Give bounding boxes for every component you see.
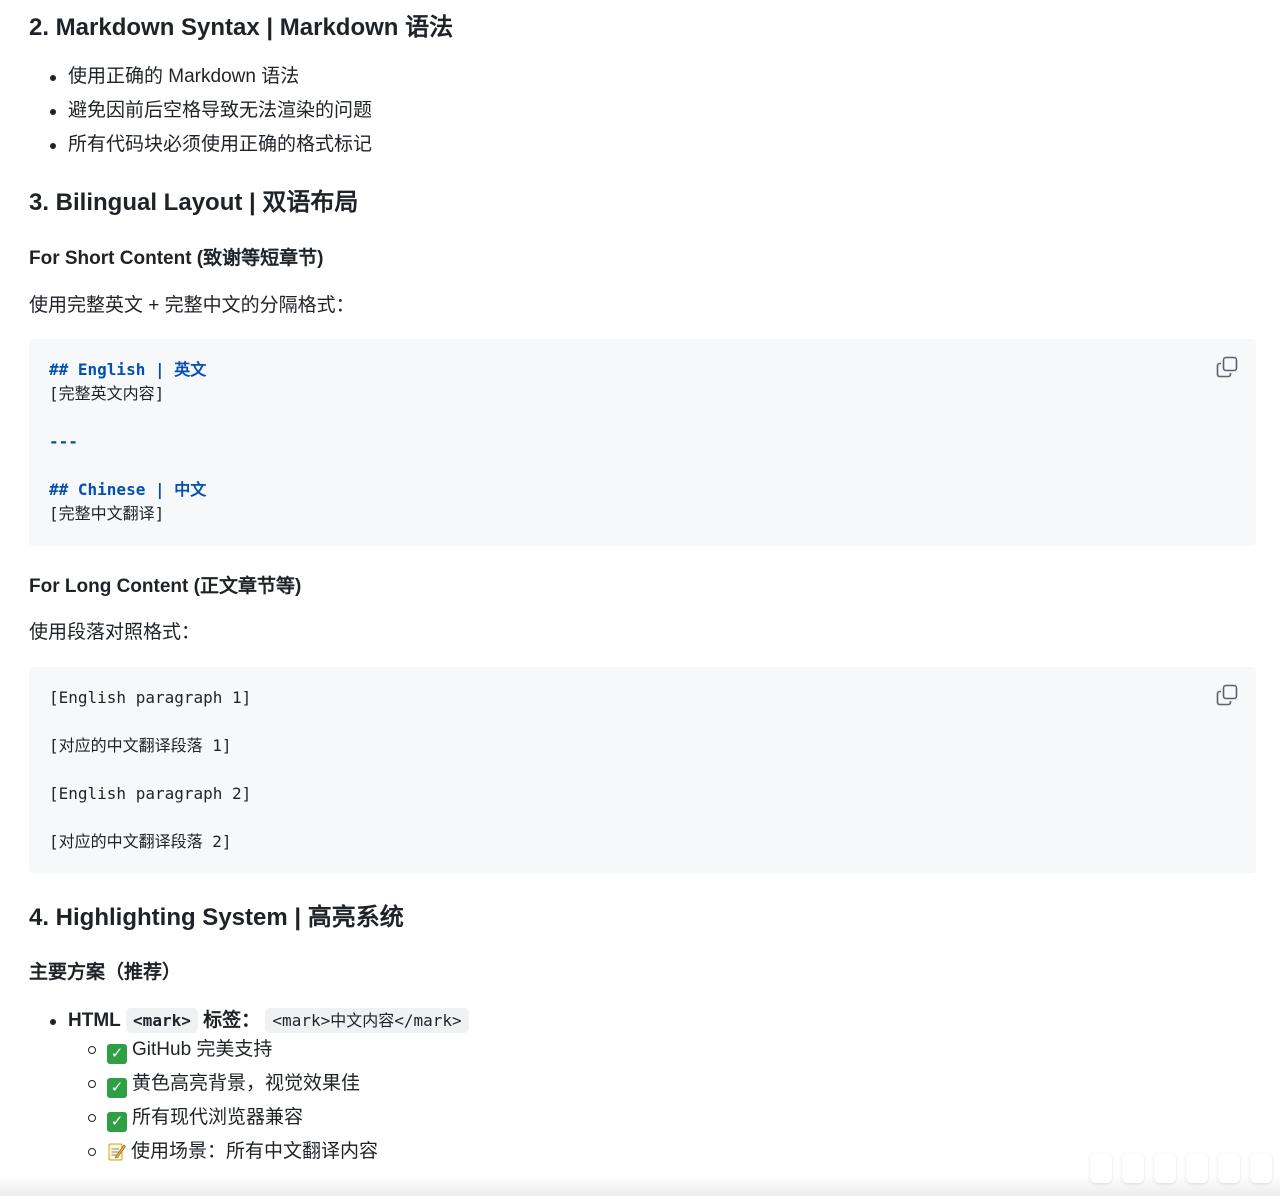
copy-icon[interactable] [1216,684,1238,706]
copy-icon[interactable] [1216,356,1238,378]
code-line: [对应的中文翻译段落 1] [49,736,232,755]
short-content-code-block: ## English | 英文 [完整英文内容] --- ## Chinese … [29,339,1256,546]
check-mark-icon: ✓ [107,1044,127,1064]
thumbnail-pill[interactable] [1186,1153,1208,1183]
sub-list-item: 使用场景：所有中文翻译内容 [29,1135,1256,1169]
code-line: [完整中文翻译] [49,504,165,523]
sub-list-item: ✓ GitHub 完美支持 [29,1033,1256,1067]
long-content-heading: For Long Content (正文章节等) [29,576,302,597]
check-mark-icon: ✓ [107,1112,127,1132]
section-4-title: 4. Highlighting System | 高亮系统 [29,904,404,931]
code-line: [完整英文内容] [49,384,165,403]
section-2-list: 使用正确的 Markdown 语法 避免因前后空格导致无法渲染的问题 所有代码块… [29,60,1256,162]
sub-item-text: 黄色高亮背景，视觉效果佳 [132,1073,361,1094]
thumbnail-pill[interactable] [1154,1153,1176,1183]
page-thumbnail-strip [1090,1150,1272,1186]
sub-item-text: GitHub 完美支持 [132,1039,273,1060]
primary-approach-heading: 主要方案（推荐） [29,962,182,983]
thumbnail-pill[interactable] [1090,1153,1112,1183]
section-2-title: 2. Markdown Syntax | Markdown 语法 [29,14,454,41]
long-content-description: 使用段落对照格式： [29,622,201,643]
code-line: ## English | 英文 [49,360,207,379]
code-line: --- [49,432,78,451]
bottom-fade [0,1176,1280,1196]
thumbnail-pill[interactable] [1250,1153,1272,1183]
long-content-code-block: [English paragraph 1] [对应的中文翻译段落 1] [Eng… [29,667,1256,873]
thumbnail-pill[interactable] [1122,1153,1144,1183]
code-line: ## Chinese | 中文 [49,480,207,499]
sub-list-item: ✓ 黄色高亮背景，视觉效果佳 [29,1067,1256,1101]
tag-label: 标签： [203,1010,261,1031]
list-item: 所有代码块必须使用正确的格式标记 [29,128,1256,162]
mark-tag-code: <mark> [126,1008,198,1033]
short-content-heading: For Short Content (致谢等短章节) [29,248,324,269]
list-item: 避免因前后空格导致无法渲染的问题 [29,94,1256,128]
highlighting-sub-list: ✓ GitHub 完美支持 ✓ 黄色高亮背景，视觉效果佳 ✓ 所有现代浏览器兼容 使用… [29,1033,1256,1169]
sub-item-text: 使用场景：所有中文翻译内容 [131,1141,379,1162]
short-content-description: 使用完整英文 + 完整中文的分隔格式： [29,295,355,316]
mark-example-code: <mark>中文内容</mark> [265,1008,469,1033]
sub-list-item: ✓ 所有现代浏览器兼容 [29,1101,1256,1135]
memo-icon [108,1139,126,1161]
html-label: HTML [68,1010,121,1031]
code-line: [对应的中文翻译段落 2] [49,832,232,851]
section-3-title: 3. Bilingual Layout | 双语布局 [29,189,359,216]
list-item: 使用正确的 Markdown 语法 [29,60,1256,94]
code-line: [English paragraph 1] [49,688,252,707]
sub-item-text: 所有现代浏览器兼容 [132,1107,304,1128]
code-line: [English paragraph 2] [49,784,252,803]
check-mark-icon: ✓ [107,1078,127,1098]
thumbnail-pill[interactable] [1218,1153,1240,1183]
